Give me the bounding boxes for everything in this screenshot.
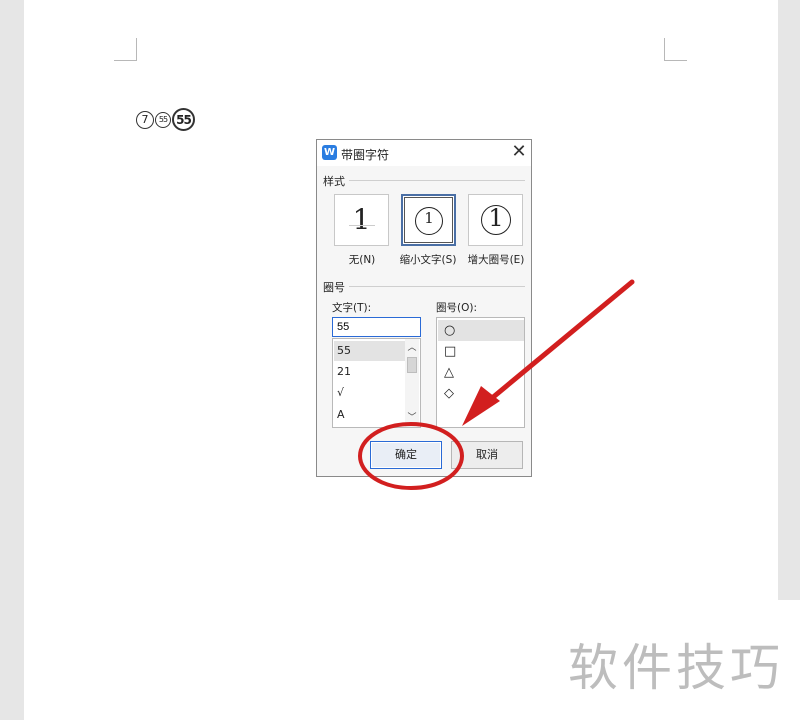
baseline-guide (349, 225, 375, 226)
enclosure-list-item[interactable]: □ (438, 341, 524, 362)
ok-button[interactable]: 确定 (370, 441, 442, 469)
style-section-divider (349, 180, 525, 181)
circled-char-55-small[interactable]: 55 (155, 111, 171, 128)
style-option-none[interactable]: 1 (334, 194, 389, 246)
wps-app-icon: W (322, 145, 337, 160)
enclosure-list-item[interactable]: ◇ (438, 383, 524, 404)
close-icon[interactable]: ✕ (507, 141, 531, 165)
enclosure-list-item[interactable]: △ (438, 362, 524, 383)
style-caption-shrink-text: 缩小文字(S) (399, 254, 457, 266)
text-list-item[interactable]: A (334, 405, 405, 425)
watermark-text: 软件技巧 (568, 639, 784, 697)
workspace-background (778, 0, 800, 600)
dialog-titlebar[interactable]: W 带圈字符 ✕ (317, 140, 531, 166)
enclosure-list-item[interactable]: ○ (438, 320, 524, 341)
document-text[interactable]: 7 55 55 (136, 108, 196, 131)
circled-char-7[interactable]: 7 (136, 110, 154, 129)
enclosure-section-divider (349, 286, 525, 287)
enclosure-list[interactable]: ○ □ △ ◇ (436, 317, 525, 428)
enclosure-section-label: 圈号 (323, 281, 345, 294)
style-caption-enlarge-enclosure: 增大圈号(E) (467, 254, 525, 266)
style-sample-shrink: 1 (424, 209, 434, 227)
margin-corner-top-left (114, 38, 137, 61)
cancel-button[interactable]: 取消 (451, 441, 523, 469)
scroll-down-icon[interactable]: ﹀ (405, 411, 419, 425)
enclosure-field-label: 圈号(O): (436, 302, 477, 314)
style-option-shrink-text[interactable]: 1 (401, 194, 456, 246)
margin-corner-top-right (664, 38, 687, 61)
text-list-item[interactable]: 21 (334, 362, 405, 382)
text-input[interactable] (332, 317, 421, 337)
text-list-item[interactable]: 55 (334, 341, 405, 361)
circled-char-55-large[interactable]: 55 (172, 108, 195, 131)
dialog-title: 带圈字符 (341, 148, 390, 162)
scroll-thumb[interactable] (407, 357, 417, 373)
style-option-enlarge-enclosure[interactable]: 1 (468, 194, 523, 246)
text-list[interactable]: 55 21 √ A ︿ ﹀ (332, 338, 421, 428)
text-list-item[interactable]: √ (334, 383, 405, 403)
enclosed-characters-dialog: W 带圈字符 ✕ 样式 1 无(N) 1 缩小文字(S) 1 增大圈号(E) 圈… (316, 139, 532, 477)
scroll-up-icon[interactable]: ︿ (405, 341, 419, 355)
style-section-label: 样式 (323, 175, 345, 188)
style-sample-none: 1 (352, 203, 371, 236)
text-list-scrollbar[interactable]: ︿ ﹀ (405, 339, 419, 427)
text-field-label: 文字(T): (332, 302, 372, 314)
style-sample-enlarge: 1 (488, 204, 504, 232)
style-caption-none: 无(N) (348, 254, 376, 266)
